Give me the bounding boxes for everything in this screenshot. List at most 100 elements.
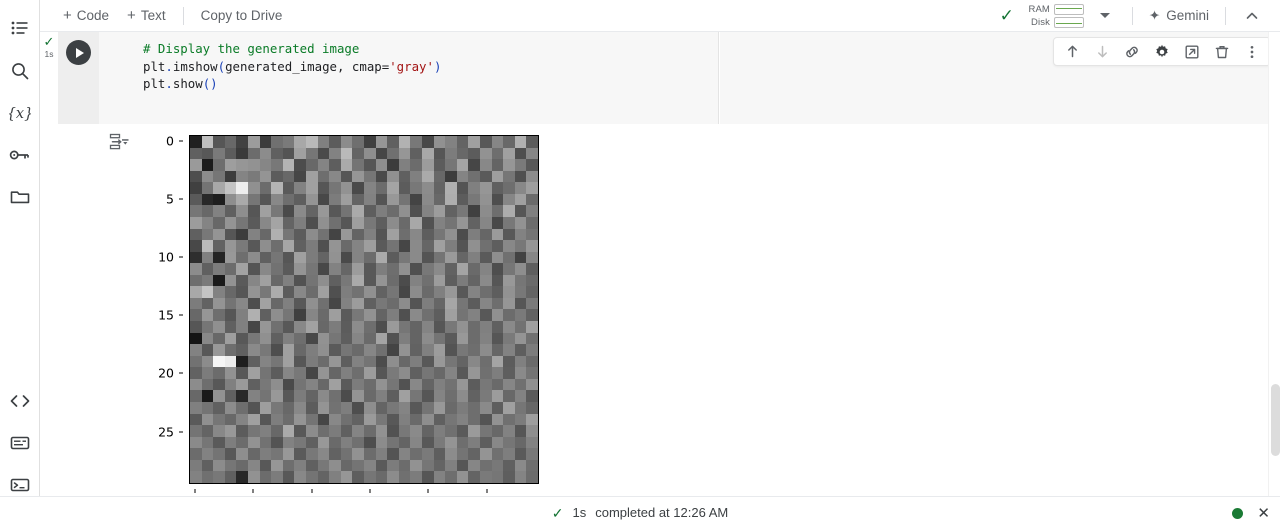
- toolbar-divider: [182, 6, 184, 25]
- move-cell-up-icon[interactable]: [1057, 38, 1087, 65]
- heatmap-pixel: [224, 402, 237, 414]
- heatmap-pixel: [282, 170, 295, 183]
- heatmap-pixel: [294, 436, 306, 449]
- left-rail-bottom-group: [0, 380, 40, 506]
- heatmap-pixel: [387, 390, 399, 403]
- heatmap-pixel: [306, 159, 318, 171]
- heatmap-pixel: [259, 355, 272, 368]
- heatmap-pixel: [480, 159, 492, 171]
- heatmap-pixel: [433, 413, 446, 426]
- heatmap-pixel: [340, 205, 353, 217]
- heatmap-pixel: [248, 170, 260, 183]
- vertical-scrollbar[interactable]: [1268, 32, 1280, 496]
- heatmap-pixel: [340, 251, 353, 264]
- link-to-cell-icon[interactable]: [1117, 38, 1147, 65]
- heatmap-pixel: [282, 436, 295, 449]
- heatmap-pixel: [422, 147, 434, 160]
- scrollbar-thumb[interactable]: [1271, 384, 1280, 456]
- connected-check-icon[interactable]: ✓: [1000, 7, 1014, 24]
- heatmap-pixel: [352, 274, 364, 287]
- plus-icon: +: [63, 7, 72, 24]
- notebook-toolbar: + Code + Text Copy to Drive ✓ RAM Disk ✦…: [40, 0, 1280, 32]
- y-tick-mark: [179, 431, 183, 433]
- table-of-contents-icon[interactable]: [0, 8, 40, 50]
- resource-usage-indicator[interactable]: RAM Disk: [1026, 3, 1084, 28]
- code-token: show: [172, 76, 203, 92]
- heatmap-pixel: [329, 413, 341, 426]
- code-token: # Display the generated image: [143, 41, 360, 56]
- add-text-cell-button[interactable]: + Text: [118, 4, 175, 27]
- heatmap-pixel: [317, 228, 330, 241]
- files-folder-icon[interactable]: [0, 176, 40, 218]
- heatmap-pixel: [294, 471, 306, 483]
- toolbar-divider: [1225, 6, 1226, 25]
- add-code-cell-button[interactable]: + Code: [54, 4, 118, 27]
- heatmap-pixel: [410, 216, 422, 229]
- copy-to-drive-button[interactable]: Copy to Drive: [192, 4, 292, 27]
- close-icon[interactable]: ✕: [1257, 506, 1270, 521]
- variables-icon[interactable]: {x}: [0, 92, 40, 134]
- code-snippets-icon[interactable]: [0, 380, 40, 422]
- heatmap-pixel: [491, 425, 504, 437]
- heatmap-pixel: [398, 355, 411, 368]
- heatmap-pixel: [375, 228, 388, 241]
- heatmap-pixel: [375, 367, 388, 379]
- heatmap-pixel: [294, 205, 306, 217]
- heatmap-pixel: [248, 436, 260, 449]
- heatmap-pixel: [503, 216, 515, 229]
- heatmap-pixel: [352, 402, 364, 414]
- heatmap-pixel: [306, 413, 318, 426]
- heatmap-pixel: [201, 147, 214, 160]
- chevron-down-icon[interactable]: [1099, 13, 1110, 18]
- heatmap-pixel: [503, 448, 515, 460]
- cell-settings-gear-icon[interactable]: [1147, 38, 1177, 65]
- heatmap-pixel: [398, 471, 411, 483]
- heatmap-pixel: [422, 355, 434, 368]
- heatmap-pixel: [271, 321, 283, 333]
- heatmap-pixel: [340, 147, 353, 160]
- heatmap-pixel: [433, 182, 446, 194]
- heatmap-pixel: [468, 344, 480, 356]
- heatmap-pixel: [422, 367, 434, 379]
- heatmap-pixel: [410, 390, 422, 403]
- heatmap-pixel: [491, 240, 504, 252]
- heatmap-pixel: [398, 321, 411, 333]
- gemini-button[interactable]: ✦ Gemini: [1141, 4, 1217, 28]
- more-options-kebab-icon[interactable]: [1237, 38, 1267, 65]
- heatmap-pixel: [352, 344, 364, 356]
- heatmap-pixel: [445, 332, 457, 345]
- heatmap-pixel: [294, 136, 306, 148]
- heatmap-pixel: [456, 355, 469, 368]
- heatmap-pixel: [526, 216, 538, 229]
- heatmap-pixel: [514, 193, 527, 206]
- heatmap-pixel: [398, 378, 411, 391]
- heatmap-pixel: [410, 263, 422, 275]
- heatmap-pixel: [329, 321, 341, 333]
- matplotlib-figure: 0 5 10 15 20 25 0 5 10 15 20 25: [115, 130, 575, 510]
- chevron-up-icon[interactable]: [1234, 6, 1270, 26]
- heatmap-pixel: [317, 390, 330, 403]
- heatmap-pixel: [491, 228, 504, 241]
- heatmap-pixel: [387, 216, 399, 229]
- secrets-key-icon[interactable]: [0, 134, 40, 176]
- mirror-cell-icon[interactable]: [1177, 38, 1207, 65]
- heatmap-pixel: [422, 309, 434, 322]
- heatmap-pixel: [491, 367, 504, 379]
- heatmap-pixel: [294, 216, 306, 229]
- delete-cell-trash-icon[interactable]: [1207, 38, 1237, 65]
- heatmap-pixel: [329, 216, 341, 229]
- heatmap-pixel: [248, 297, 260, 310]
- heatmap-pixel: [433, 321, 446, 333]
- code-cell[interactable]: ✓ 1s # Display the generated image plt.im…: [40, 32, 1280, 124]
- heatmap-pixel: [282, 263, 295, 275]
- heatmap-pixel: [340, 216, 353, 229]
- heatmap-pixel: [433, 390, 446, 403]
- run-cell-button[interactable]: [66, 40, 91, 65]
- heatmap-pixel: [433, 402, 446, 414]
- heatmap-pixel: [480, 436, 492, 449]
- heatmap-pixel: [503, 309, 515, 322]
- code-editor[interactable]: # Display the generated image plt.imshow(…: [99, 32, 719, 124]
- search-icon[interactable]: [0, 50, 40, 92]
- move-cell-down-icon[interactable]: [1087, 38, 1117, 65]
- command-palette-icon[interactable]: [0, 422, 40, 464]
